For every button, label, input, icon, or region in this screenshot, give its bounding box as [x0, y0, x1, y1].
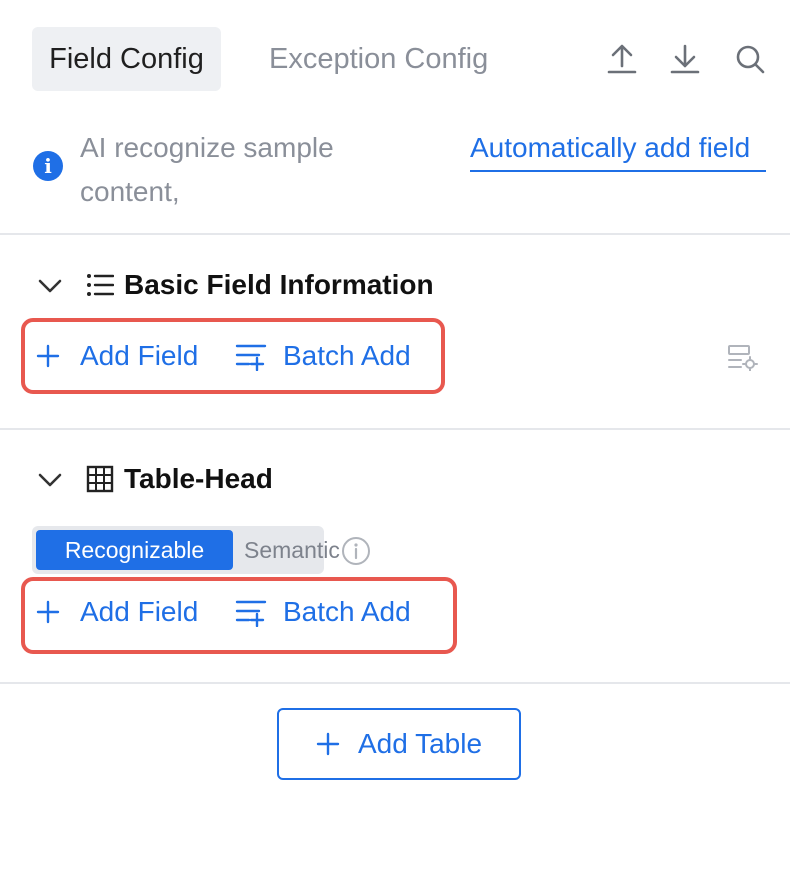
section-divider: [0, 682, 790, 684]
batch-add-icon: [235, 344, 267, 371]
batch-add-label: Batch Add: [283, 340, 411, 371]
config-header: Field Config Exception Config: [0, 0, 790, 120]
upload-icon[interactable]: [606, 42, 638, 76]
seg-recognizable[interactable]: Recognizable: [36, 530, 233, 570]
download-icon[interactable]: [669, 42, 701, 76]
info-outline-icon[interactable]: [341, 536, 371, 566]
batch-add-icon: [235, 600, 267, 627]
section-divider: [0, 428, 790, 430]
table-icon: [86, 465, 114, 493]
plus-icon: [36, 344, 60, 368]
chevron-down-icon[interactable]: [37, 470, 63, 490]
notice-text: AI recognize sample content,: [80, 132, 334, 207]
add-field-button[interactable]: Add Field: [36, 336, 198, 376]
batch-add-label: Batch Add: [283, 596, 411, 627]
tab-field-config[interactable]: Field Config: [32, 27, 221, 91]
table-section-title: Table-Head: [124, 463, 273, 494]
basic-section-title: Basic Field Information: [124, 269, 434, 300]
field-settings-icon[interactable]: [727, 343, 759, 372]
info-icon: i: [33, 151, 63, 181]
tab-exception-config[interactable]: Exception Config: [269, 27, 488, 91]
add-field-label: Add Field: [80, 596, 199, 627]
plus-icon: [316, 732, 340, 756]
seg-semantic[interactable]: Semantic: [236, 530, 348, 570]
batch-add-button[interactable]: Batch Add: [235, 336, 411, 376]
search-icon[interactable]: [734, 42, 766, 76]
add-table-button[interactable]: Add Table: [277, 708, 521, 780]
add-field-label: Add Field: [80, 340, 199, 371]
add-table-label: Add Table: [357, 728, 483, 759]
recognition-mode-toggle: Recognizable Semantic: [32, 526, 340, 574]
chevron-down-icon[interactable]: [37, 276, 63, 296]
batch-add-button[interactable]: Batch Add: [235, 592, 411, 632]
auto-add-field-link[interactable]: Automatically add field: [470, 126, 766, 172]
plus-icon: [36, 600, 60, 624]
add-field-button[interactable]: Add Field: [36, 592, 198, 632]
list-icon: [86, 271, 115, 299]
